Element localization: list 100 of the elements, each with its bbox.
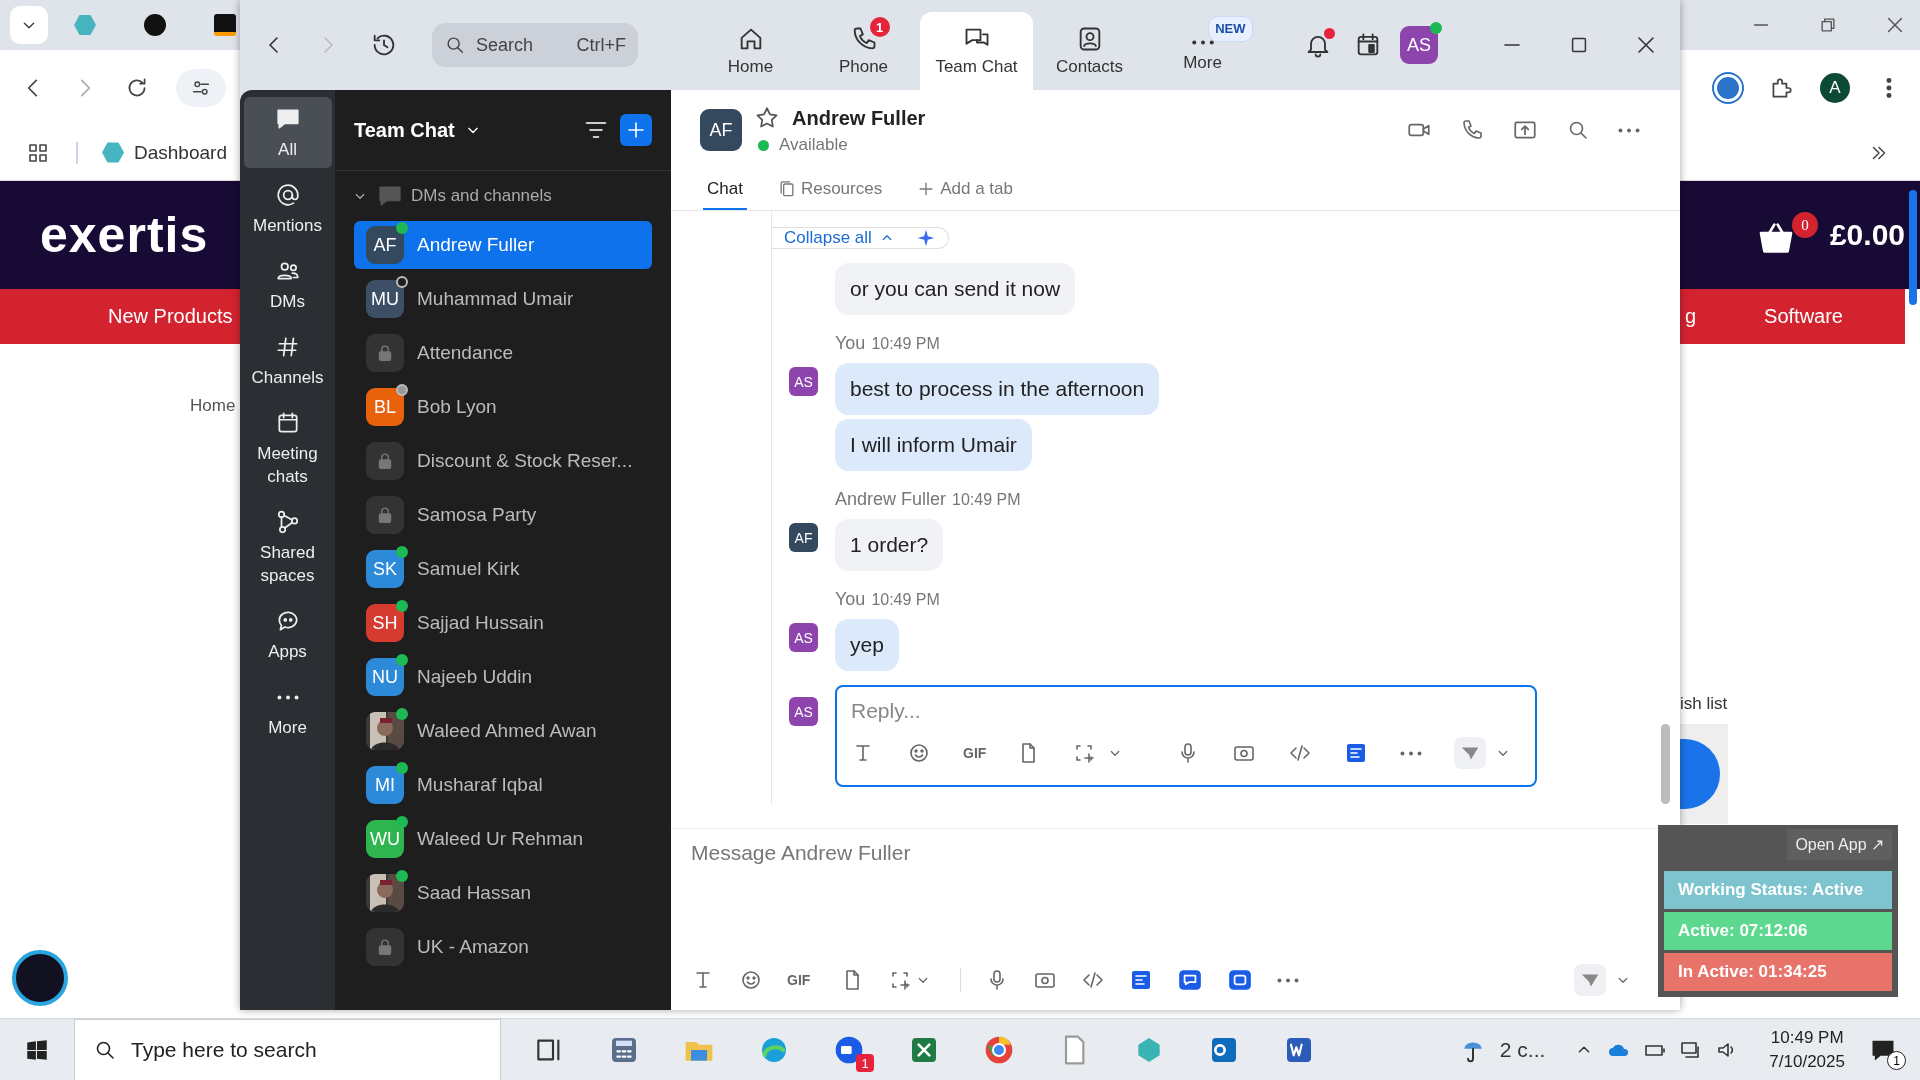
nav-link[interactable]: g [1684,305,1697,328]
avatar: SK [366,550,404,588]
nav-tab[interactable]: 1 Phone [807,12,920,90]
message-bubble: 1 order? [835,519,944,571]
panel-title-button[interactable]: Team Chat [354,118,483,142]
count-badge: 1 [869,17,890,37]
sidebar-item[interactable]: More [243,675,332,746]
more-icon[interactable] [1277,977,1300,983]
gif-button[interactable]: GIF [787,972,811,988]
chat-tab[interactable]: Add a tab [912,170,1017,210]
avatar: BL [366,388,404,426]
nav-tab[interactable]: NEW More [1146,12,1259,90]
extension-icon[interactable] [1714,73,1742,102]
nav-link[interactable]: Software [1764,305,1843,328]
status-row: Active: 07:12:06 [1664,912,1892,950]
sidebar-item[interactable]: DMs [243,249,332,320]
chat-list-item[interactable]: SH Sajjad Hussain [354,599,652,647]
wish-list-label: ish list [1680,694,1728,714]
author-name: Andrew Fuller [835,489,947,510]
nav-tab[interactable]: Team Chat [920,12,1033,90]
chat-app-icon[interactable] [1177,967,1204,993]
status-dot [758,139,769,151]
site-logo[interactable]: exertis [40,206,209,264]
count-badge: 1 [1887,1051,1906,1070]
sidebar-item[interactable]: Channels [243,325,332,396]
gif-button[interactable]: GIF [963,745,987,761]
chat-list-item[interactable]: WU Waleed Ur Rehman [354,815,652,863]
weather-button[interactable]: 2 c... [1457,1035,1546,1065]
site-favicon[interactable] [144,14,166,36]
cart-total: £0.00 [1829,218,1905,252]
chat-list-item[interactable]: Saad Hassan [354,869,652,917]
scrollbar[interactable] [1661,724,1670,804]
chat-list-item[interactable]: Waleed Ahmed Awan [354,707,652,755]
chat-list-item[interactable]: Discount & Stock Reser... [354,437,652,485]
chat-tab[interactable]: Chat [703,170,747,210]
message-field[interactable]: Message Andrew Fuller [691,841,1660,964]
bookmark[interactable]: Dashboard [76,141,227,164]
chat-list-item[interactable]: AF Andrew Fuller [354,221,652,269]
lock-icon [366,496,404,534]
clock-time[interactable]: 10:49 PM [1770,1028,1844,1048]
chat-list-item[interactable]: NU Najeeb Uddin [354,653,652,701]
author-name: You [835,589,866,610]
chat-list-item[interactable]: BL Bob Lyon [354,383,652,431]
phone-icon[interactable] [1460,118,1484,142]
timestamp: 10:49 PM [952,491,1021,509]
count-badge: 1 [856,1054,874,1072]
chat-list-item[interactable]: UK - Amazon [354,923,652,971]
action-button[interactable] [1680,739,1720,809]
message-bubble: best to process in the afternoon [835,363,1160,415]
avatar: AS [789,367,818,396]
count-badge: NEW [1208,15,1253,42]
chat-list-item[interactable]: MU Muhammad Umair [354,275,652,323]
site-favicon[interactable] [214,14,236,36]
taskbar-search-field[interactable]: Type here to search [74,1019,501,1080]
section-header[interactable]: DMs and channels [335,171,671,221]
nav-tab[interactable]: Home [694,12,807,90]
scrollbar[interactable] [1909,190,1917,305]
chat-list-item[interactable]: Attendance [354,329,652,377]
send-button[interactable] [1454,737,1487,769]
chat-tab[interactable]: Resources [772,170,887,210]
more-icon[interactable] [1400,750,1423,756]
nav-tab[interactable]: Contacts [1033,12,1146,90]
sidebar-item[interactable]: Mentions [243,173,332,244]
floating-widget-button[interactable] [12,950,68,1006]
windows-start-icon[interactable] [24,1037,50,1063]
app-icon[interactable] [1227,967,1254,993]
lock-icon [366,334,404,372]
clock-date[interactable]: 7/10/2025 [1769,1052,1845,1072]
lock-icon [366,928,404,966]
sidebar-item[interactable]: All [243,97,332,168]
avatar: NU [366,658,404,696]
avatar: AS [789,697,818,726]
search-field[interactable]: Search Ctrl+F [432,23,638,67]
emoji-icon[interactable] [907,741,931,765]
chat-list-item[interactable]: SK Samuel Kirk [354,545,652,593]
chat-list-item[interactable]: MI Musharaf Iqbal [354,761,652,809]
more-icon[interactable] [1618,127,1640,133]
send-button[interactable] [1574,964,1606,996]
nav-link[interactable]: New Products [108,305,233,328]
message-bubble: I will inform Umair [835,419,1032,471]
site-info-button[interactable] [176,68,226,107]
avatar: AF [366,226,404,264]
status-text: Available [779,135,848,155]
message-bubble: or you can send it now [835,263,1076,315]
sidebar-item[interactable]: Meeting chats [243,401,332,495]
emoji-icon[interactable] [739,968,763,992]
sidebar-item[interactable]: Shared spaces [243,500,332,594]
chat-icon [274,106,301,132]
breadcrumb-link[interactable]: Home [190,396,236,416]
open-app-button[interactable]: Open App ↗ [1787,829,1892,860]
avatar: SH [366,604,404,642]
avatar: AF [700,109,742,151]
user-avatar[interactable]: AS [1400,26,1438,64]
new-chat-button[interactable] [620,114,652,146]
profile-avatar[interactable]: A [1820,72,1850,103]
reply-field[interactable]: Reply... GIF [835,685,1537,787]
contact-name: Andrew Fuller [792,106,926,130]
avatar: WU [366,820,404,858]
chat-list-item[interactable]: Samosa Party [354,491,652,539]
sidebar-item[interactable]: Apps [243,599,332,670]
